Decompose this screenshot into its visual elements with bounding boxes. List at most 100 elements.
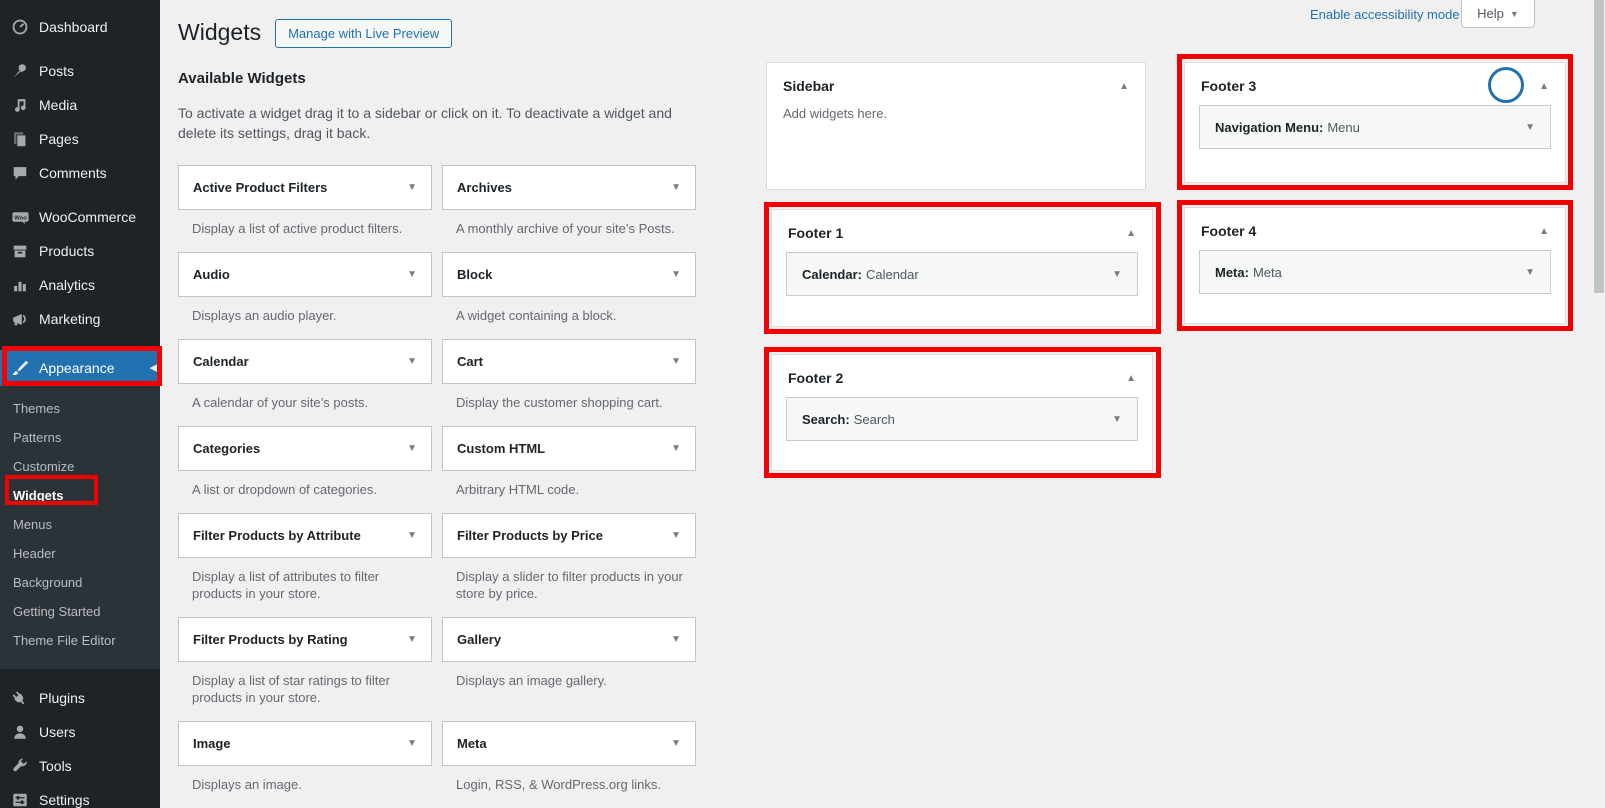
sidebar-item-theme-file-editor[interactable]: Theme File Editor [0,626,160,655]
chevron-down-icon[interactable]: ▼ [671,738,681,749]
sidebar-item-getting-started[interactable]: Getting Started [0,597,160,626]
sidebar-item-settings[interactable]: Settings [0,783,160,808]
sidebar-item-tools[interactable]: Tools [0,749,160,783]
chevron-up-icon[interactable]: ▲ [1539,226,1549,237]
chevron-down-icon[interactable]: ▼ [407,356,417,367]
sidebar-item-posts[interactable]: Posts [0,54,160,88]
widget-card-description: Display a list of star ratings to filter… [178,662,432,721]
chevron-down-icon[interactable]: ▼ [671,356,681,367]
widget-area-title: Footer 4 [1201,223,1256,239]
pages-icon [10,129,30,149]
sidebar-item-media[interactable]: Media [0,88,160,122]
widget-card[interactable]: Meta ▼ [442,721,696,766]
vertical-scrollbar[interactable] [1593,0,1605,808]
widget-area-title: Footer 2 [788,370,843,386]
widget-card-description: Display the customer shopping cart. [442,384,696,426]
chevron-up-icon[interactable]: ▲ [1126,228,1136,239]
widget-card[interactable]: Image ▼ [178,721,432,766]
widget-entry-title: Menu [1327,120,1360,135]
chevron-up-icon[interactable]: ▲ [1119,81,1129,92]
widget-area-footer-3-header[interactable]: Footer 3 ▲ [1185,63,1565,104]
sidebar-item-header[interactable]: Header [0,539,160,568]
widget-entry-type: Search: [802,412,850,427]
chevron-down-icon[interactable]: ▼ [407,443,417,454]
sidebar-item-appearance[interactable]: Appearance ◀ [0,350,160,386]
chevron-down-icon[interactable]: ▼ [407,269,417,280]
chevron-down-icon[interactable]: ▼ [1525,122,1535,133]
chevron-down-icon[interactable]: ▼ [671,530,681,541]
available-widget-cell: Filter Products by Attribute ▼ Display a… [178,513,432,617]
sidebar-item-marketing[interactable]: Marketing [0,302,160,336]
widget-entry-meta[interactable]: Meta:Meta ▼ [1199,250,1551,294]
sidebar-item-analytics[interactable]: Analytics [0,268,160,302]
widget-area-footer-2-header[interactable]: Footer 2 ▲ [772,355,1152,396]
chevron-down-icon[interactable]: ▼ [671,443,681,454]
chevron-down-icon[interactable]: ▼ [671,182,681,193]
enable-accessibility-link[interactable]: Enable accessibility mode [1310,7,1460,22]
sidebar-item-background[interactable]: Background [0,568,160,597]
widget-entry-navigation-menu[interactable]: Navigation Menu:Menu ▼ [1199,105,1551,149]
sidebar-item-themes[interactable]: Themes [0,394,160,423]
chevron-down-icon[interactable]: ▼ [1525,267,1535,278]
widget-area-sidebar-header[interactable]: Sidebar ▲ [767,63,1145,104]
widget-area-sidebar: Sidebar ▲ Add widgets here. [766,62,1146,190]
sidebar-item-patterns[interactable]: Patterns [0,423,160,452]
media-icon [10,95,30,115]
widget-card[interactable]: Filter Products by Price ▼ [442,513,696,558]
widget-card-title: Block [457,267,492,282]
widget-card[interactable]: Cart ▼ [442,339,696,384]
sidebar-item-pages[interactable]: Pages [0,122,160,156]
widget-card[interactable]: Archives ▼ [442,165,696,210]
chevron-down-icon[interactable]: ▼ [407,530,417,541]
sidebar-item-users[interactable]: Users [0,715,160,749]
widget-card-description: A list or dropdown of categories. [178,471,432,513]
widget-card[interactable]: Filter Products by Attribute ▼ [178,513,432,558]
sidebar-item-plugins[interactable]: Plugins [0,681,160,715]
widget-area-placeholder: Add widgets here. [767,104,1145,123]
widget-card[interactable]: Custom HTML ▼ [442,426,696,471]
available-widget-cell: Categories ▼ A list or dropdown of categ… [178,426,432,513]
widget-card[interactable]: Block ▼ [442,252,696,297]
available-widgets-grid: Active Product Filters ▼ Display a list … [178,165,696,808]
widget-entry-title: Search [854,412,895,427]
sidebar-item-comments[interactable]: Comments [0,156,160,190]
chevron-down-icon[interactable]: ▼ [671,269,681,280]
chevron-down-icon[interactable]: ▼ [407,634,417,645]
widget-card-title: Calendar [193,354,249,369]
sidebar-item-widgets[interactable]: Widgets [0,481,160,510]
sidebar-item-woocommerce[interactable]: Woo WooCommerce [0,200,160,234]
widget-entry-calendar[interactable]: Calendar:Calendar ▼ [786,252,1138,296]
sidebar-item-menus[interactable]: Menus [0,510,160,539]
widget-area-footer-1: Footer 1 ▲ Calendar:Calendar ▼ [771,209,1153,327]
widget-entry-title: Calendar [866,267,919,282]
sidebar-item-dashboard[interactable]: Dashboard [0,10,160,44]
chevron-down-icon[interactable]: ▼ [671,634,681,645]
sidebar-item-customize[interactable]: Customize [0,452,160,481]
chevron-down-icon[interactable]: ▼ [407,738,417,749]
sidebar-item-products[interactable]: Products [0,234,160,268]
available-widget-cell: Cart ▼ Display the customer shopping car… [442,339,696,426]
sidebar-item-label: WooCommerce [39,209,136,225]
widget-card[interactable]: Active Product Filters ▼ [178,165,432,210]
widget-card[interactable]: Calendar ▼ [178,339,432,384]
chevron-up-icon[interactable]: ▲ [1539,81,1549,92]
widget-card-title: Custom HTML [457,441,545,456]
widget-card[interactable]: Audio ▼ [178,252,432,297]
widget-card-description: Login, RSS, & WordPress.org links. [442,766,696,808]
chevron-down-icon[interactable]: ▼ [1112,269,1122,280]
widget-card-description: Displays an image. [178,766,432,808]
chevron-down-icon[interactable]: ▼ [1112,414,1122,425]
sidebar-item-label: Plugins [39,690,85,706]
manage-live-preview-button[interactable]: Manage with Live Preview [275,19,452,48]
widget-card[interactable]: Categories ▼ [178,426,432,471]
widget-area-footer-4-header[interactable]: Footer 4 ▲ [1185,208,1565,249]
widget-card[interactable]: Gallery ▼ [442,617,696,662]
widget-area-footer-1-header[interactable]: Footer 1 ▲ [772,210,1152,251]
widget-card[interactable]: Filter Products by Rating ▼ [178,617,432,662]
widget-card-description: Display a list of active product filters… [178,210,432,252]
chevron-up-icon[interactable]: ▲ [1126,373,1136,384]
help-tab[interactable]: Help ▼ [1461,0,1535,28]
chevron-down-icon[interactable]: ▼ [407,182,417,193]
scrollbar-thumb[interactable] [1594,0,1604,293]
widget-entry-search[interactable]: Search: Search ▼ [786,397,1138,441]
